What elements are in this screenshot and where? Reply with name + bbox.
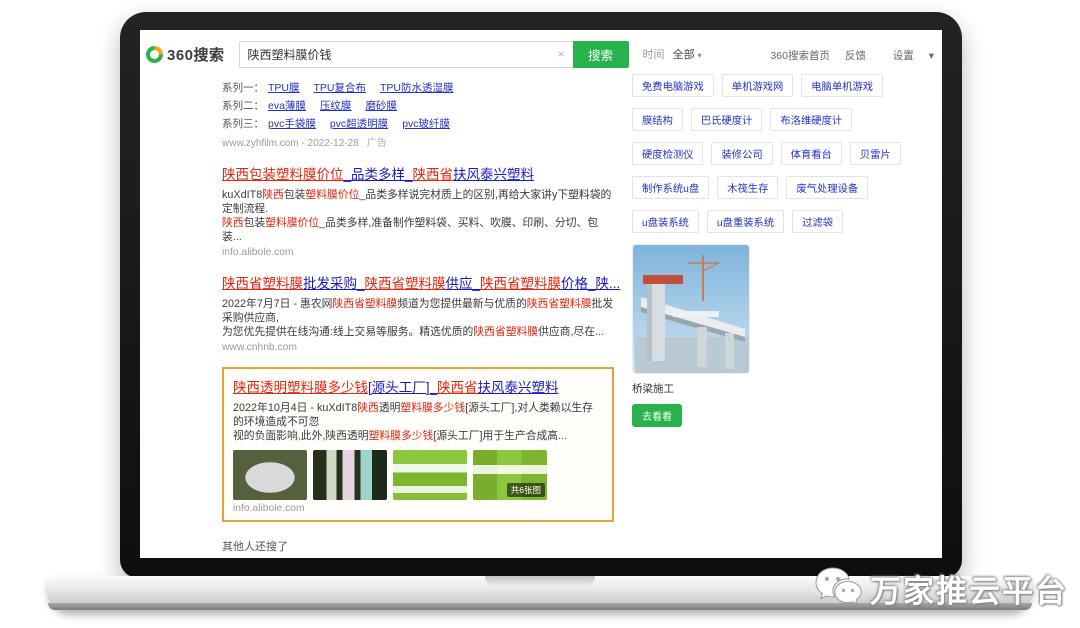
sidebar-chip[interactable]: 布洛维硬度计 — [770, 108, 852, 131]
sidebar-column: 免费电脑游戏 单机游戏网 电脑单机游戏 膜结构 巴氏硬度计 布洛维硬度计 硬度检… — [632, 74, 932, 427]
laptop-notch — [485, 576, 595, 587]
watermark-text: 万家推云平台 — [870, 566, 1068, 611]
search-query-text: 陕西塑料膜价钱 — [248, 46, 558, 63]
ad-link[interactable]: TPU防水透湿膜 — [380, 82, 454, 94]
chevron-down-icon: ▾ — [698, 51, 702, 60]
sidebar-row: 制作系统u盘 木筏生存 废气处理设备 — [632, 176, 932, 199]
related-searches: 其他人还搜了 陕西连栋塑料温室价格 陕西pvc塑料膜厂家 陕西塑料膜厂 陕西塑料… — [222, 538, 614, 558]
sidebar-chip[interactable]: 电脑单机游戏 — [801, 74, 883, 97]
sidebar-chip[interactable]: 体育看台 — [781, 142, 842, 165]
result-description: 为您优先提供在线沟通:线上交易等服务。精选优质的陕西省塑料膜供应商,尽在... — [222, 325, 614, 339]
laptop-lid: 360搜索 陕西塑料膜价钱 × 搜索 时间 全部 ▾ 360搜索首页 反馈 — [120, 12, 962, 578]
bridge-photo[interactable] — [632, 244, 750, 374]
result-description: 陕西包装塑料膜价位_品类多样,准备制作塑料袋、买料、吹膜、印刷、分切、包装... — [222, 216, 614, 244]
settings-link[interactable]: 设置 ▾ — [881, 50, 934, 62]
image-caption: 桥梁施工 — [632, 381, 750, 396]
ad-series-row: 系列一：TPU膜TPU复合布TPU防水透湿膜 — [222, 80, 614, 95]
home-link[interactable]: 360搜索首页 — [770, 50, 830, 62]
result-thumbnails: 共6张图 — [233, 450, 603, 500]
result-description: 视的负面影响,此外,陕西透明塑料膜多少钱[源头工厂]用于生产合成高... — [233, 429, 603, 443]
search-filters: 时间 全部 ▾ — [643, 46, 702, 62]
result-url: info.alibole.com — [233, 503, 603, 514]
scope-filter[interactable]: 全部 — [673, 49, 695, 61]
search-result: 陕西透明塑料膜多少钱[源头工厂]_陕西省扶风泰兴塑料 2022年10月4日 - … — [233, 376, 603, 514]
ad-link[interactable]: pvc玻纤膜 — [402, 118, 450, 130]
ad-series-row: 系列三：pvc手袋膜pvc超透明膜pvc玻纤膜 — [222, 116, 614, 131]
result-description: kuXdIT8陕西包装塑料膜价位_品类多样说完材质上的区别,再给大家讲y下塑料袋… — [222, 188, 614, 216]
sidebar-chip[interactable]: 硬度检测仪 — [632, 142, 703, 165]
ad-link[interactable]: TPU复合布 — [314, 82, 367, 94]
ad-series-row: 系列二：eva薄膜压纹膜磨砂膜 — [222, 98, 614, 113]
search-result: 陕西省塑料膜批发采购_陕西省塑料膜供应_陕西省塑料膜价格_陕... 2022年7… — [222, 272, 614, 353]
thumbnail-image[interactable] — [393, 450, 467, 500]
sidebar-chip[interactable]: 过滤袋 — [792, 210, 843, 233]
ad-link[interactable]: pvc手袋膜 — [268, 118, 316, 130]
sidebar-chip[interactable]: 巴氏硬度计 — [691, 108, 762, 131]
chevron-down-icon: ▾ — [929, 50, 934, 62]
sidebar-chip[interactable]: 贝雷片 — [850, 142, 901, 165]
go-see-button[interactable]: 去看看 — [632, 404, 682, 427]
ad-link[interactable]: pvc超透明膜 — [330, 118, 388, 130]
sidebar-chip[interactable]: u盘装系统 — [632, 210, 699, 233]
sidebar-row: 硬度检测仪 装修公司 体育看台 贝雷片 — [632, 142, 932, 165]
ad-block: 系列一：TPU膜TPU复合布TPU防水透湿膜 系列二：eva薄膜压纹膜磨砂膜 系… — [222, 80, 614, 149]
sidebar-chip[interactable]: 膜结构 — [632, 108, 683, 131]
sidebar-row: 免费电脑游戏 单机游戏网 电脑单机游戏 — [632, 74, 932, 97]
search-result: 陕西包装塑料膜价位_品类多样_陕西省扶风泰兴塑料 kuXdIT8陕西包装塑料膜价… — [222, 163, 614, 258]
sidebar-row: u盘装系统 u盘重装系统 过滤袋 — [632, 210, 932, 233]
sidebar-chip[interactable]: u盘重装系统 — [707, 210, 784, 233]
ad-link[interactable]: TPU膜 — [268, 82, 300, 94]
ad-link[interactable]: 磨砂膜 — [365, 100, 397, 112]
ad-meta: www.zyhfilm.com - 2022-12-28广告 — [222, 134, 614, 149]
ad-tag: 广告 — [367, 138, 387, 149]
sidebar-chip[interactable]: 木筏生存 — [717, 176, 778, 199]
360-logo[interactable]: 360搜索 — [146, 44, 225, 65]
result-title-link[interactable]: 陕西包装塑料膜价位_品类多样_陕西省扶风泰兴塑料 — [222, 163, 614, 183]
ad-link[interactable]: eva薄膜 — [268, 100, 306, 112]
time-filter-label[interactable]: 时间 — [643, 49, 665, 61]
related-heading: 其他人还搜了 — [222, 538, 614, 554]
thumbnail-image[interactable] — [233, 450, 307, 500]
360-logo-text: 360搜索 — [167, 44, 225, 65]
search-form: 陕西塑料膜价钱 × 搜索 — [239, 41, 629, 68]
image-count-badge: 共6张图 — [507, 483, 545, 497]
result-title-link[interactable]: 陕西省塑料膜批发采购_陕西省塑料膜供应_陕西省塑料膜价格_陕... — [222, 272, 614, 292]
feedback-link[interactable]: 反馈 — [845, 50, 866, 62]
search-button[interactable]: 搜索 — [573, 41, 629, 68]
search-header: 360搜索 陕西塑料膜价钱 × 搜索 时间 全部 ▾ 360搜索首页 反馈 — [140, 30, 942, 78]
sidebar-chip[interactable]: 单机游戏网 — [722, 74, 793, 97]
sidebar-chip[interactable]: 免费电脑游戏 — [632, 74, 714, 97]
sidebar-chip[interactable]: 废气处理设备 — [786, 176, 868, 199]
results-column: 系列一：TPU膜TPU复合布TPU防水透湿膜 系列二：eva薄膜压纹膜磨砂膜 系… — [222, 80, 614, 558]
sidebar-chip[interactable]: 装修公司 — [711, 142, 772, 165]
360-logo-icon — [146, 46, 163, 63]
sidebar-image-card: 桥梁施工 去看看 — [632, 244, 750, 427]
result-url: www.cnhnb.com — [222, 342, 614, 353]
watermark: 万家推云平台 — [812, 562, 1068, 614]
sidebar-chip[interactable]: 制作系统u盘 — [632, 176, 709, 199]
thumbnail-image[interactable]: 共6张图 — [473, 450, 547, 500]
result-url: info.alibole.com — [222, 247, 614, 258]
header-links: 360搜索首页 反馈 设置 ▾ — [758, 48, 934, 63]
wechat-icon — [812, 562, 864, 614]
thumbnail-image[interactable] — [313, 450, 387, 500]
result-description: 2022年7月7日 - 惠农网陕西省塑料膜频道为您提供最新与优质的陕西省塑料膜批… — [222, 297, 614, 325]
sidebar-row: 膜结构 巴氏硬度计 布洛维硬度计 — [632, 108, 932, 131]
search-input[interactable]: 陕西塑料膜价钱 × — [239, 41, 573, 68]
result-description: 2022年10月4日 - kuXdIT8陕西透明塑料膜多少钱[源头工厂],对人类… — [233, 401, 603, 429]
clear-icon[interactable]: × — [558, 47, 565, 61]
result-title-link[interactable]: 陕西透明塑料膜多少钱[源头工厂]_陕西省扶风泰兴塑料 — [233, 376, 603, 396]
highlight-box: 陕西透明塑料膜多少钱[源头工厂]_陕西省扶风泰兴塑料 2022年10月4日 - … — [222, 367, 614, 522]
browser-screen: 360搜索 陕西塑料膜价钱 × 搜索 时间 全部 ▾ 360搜索首页 反馈 — [140, 30, 942, 558]
ad-link[interactable]: 压纹膜 — [320, 100, 352, 112]
page-background: 360搜索 陕西塑料膜价钱 × 搜索 时间 全部 ▾ 360搜索首页 反馈 — [0, 0, 1080, 628]
